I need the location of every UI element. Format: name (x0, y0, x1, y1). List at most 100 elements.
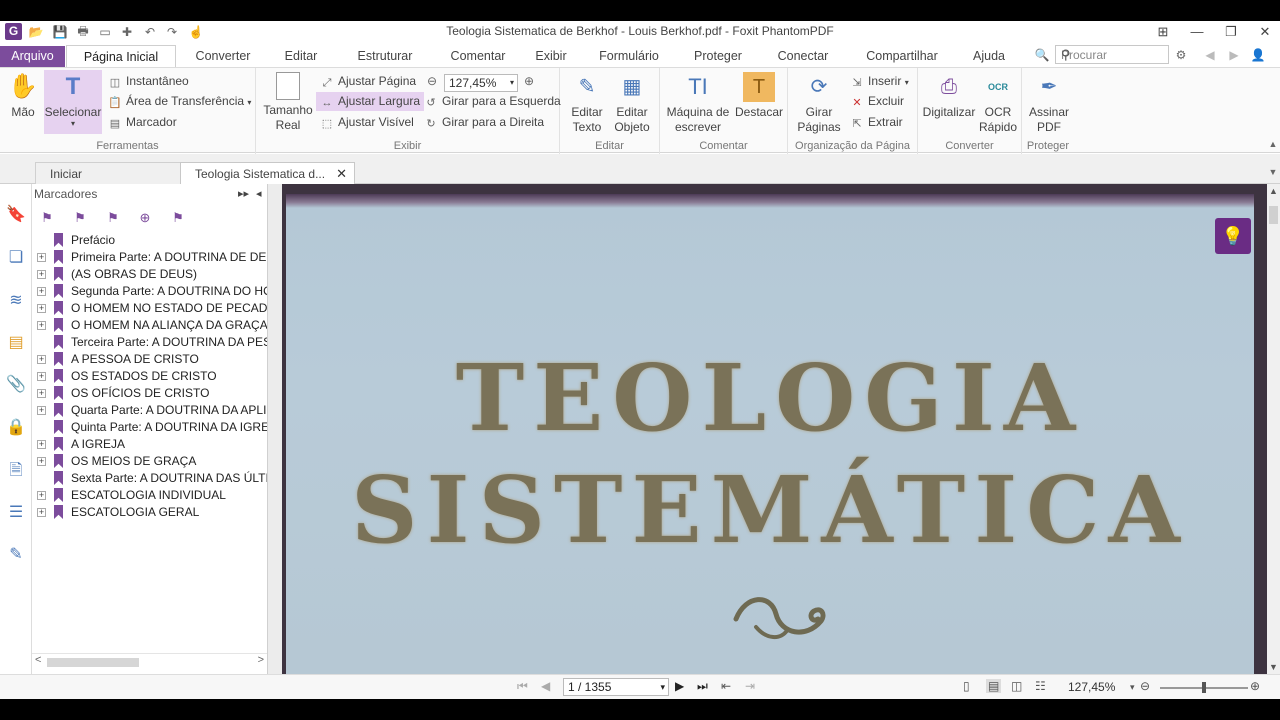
collapse-ribbon-icon[interactable]: ▲ (1265, 136, 1280, 152)
tab-document[interactable]: Teologia Sistematica d... ✕ (180, 162, 355, 184)
expand-bookmark-icon[interactable]: ⚑ (71, 210, 89, 228)
zoom-out-icon[interactable]: ⊖ (1140, 679, 1150, 693)
expand-icon[interactable]: + (37, 491, 46, 500)
snapshot-button[interactable]: ◫ Instantâneo (108, 72, 189, 91)
expand-icon[interactable]: + (37, 253, 46, 262)
insert-button[interactable]: ⇲ Inserir ▾ (850, 72, 908, 91)
layout-icon[interactable]: ⊞ (1146, 21, 1180, 43)
next-page-icon[interactable]: ▶ (675, 679, 684, 693)
zoom-input[interactable]: 127,45% ▾ (444, 74, 518, 92)
rotate-left-button[interactable]: ↺ Girar para a Esquerda (424, 92, 560, 111)
security-panel-icon[interactable]: 🔒 (5, 417, 27, 439)
bookmark-item[interactable]: + O HOMEM NA ALIANÇA DA GRAÇA (32, 317, 267, 334)
bookmark-item[interactable]: Sexta Parte: A DOUTRINA DAS ÚLTIM (32, 470, 267, 487)
ocr-button[interactable]: OCR OCR Rápido (976, 72, 1020, 135)
fit-visible-button[interactable]: ⬚ Ajustar Visível (320, 113, 414, 132)
extract-button[interactable]: ⇱ Extrair (850, 113, 902, 132)
expand-icon[interactable]: + (37, 270, 46, 279)
scrollbar-thumb[interactable] (47, 658, 139, 667)
pages-panel-icon[interactable]: ❏ (5, 247, 27, 269)
bookmark-item[interactable]: + (AS OBRAS DE DEUS) (32, 266, 267, 283)
expand-panel-icon[interactable]: ▸▸ (238, 187, 249, 200)
sign-pdf-button[interactable]: ✒ Assinar PDF (1026, 72, 1072, 135)
tips-lightbulb-icon[interactable]: 💡 (1215, 218, 1251, 254)
collapse-panel-icon[interactable]: ◂ (256, 187, 262, 200)
new-bookmark-icon[interactable]: ⚑ (104, 210, 122, 228)
bookmark-item[interactable]: + Segunda Parte: A DOUTRINA DO HOM (32, 283, 267, 300)
zoom-slider-knob[interactable] (1202, 682, 1206, 693)
zoom-out-icon[interactable]: ⊖ (424, 73, 440, 89)
tab-list-icon[interactable]: ▼ (1265, 164, 1280, 180)
typewriter-button[interactable]: TI Máquina de escrever (666, 72, 730, 135)
continuous-facing-icon[interactable]: ☷ (1035, 679, 1046, 693)
tab-proteger[interactable]: Proteger (684, 45, 752, 67)
bookmark-item[interactable]: + A IGREJA (32, 436, 267, 453)
back-icon[interactable]: ◀ (1202, 47, 1218, 63)
zoom-in-icon[interactable]: ⊕ (521, 73, 537, 89)
hand-tool-button[interactable]: ✋ Mão (6, 72, 40, 120)
delete-bookmark-icon[interactable]: ⚑ (169, 210, 187, 228)
user-icon[interactable]: 👤 (1250, 47, 1266, 63)
bookmark-item[interactable]: + OS OFÍCIOS DE CRISTO (32, 385, 267, 402)
last-page-icon[interactable]: ⏭ (697, 679, 708, 694)
first-page-icon[interactable]: ⏮ (517, 679, 528, 694)
find-folder-icon[interactable]: 🔍 (1034, 47, 1050, 63)
close-button[interactable]: ✕ (1248, 21, 1280, 43)
bookmark-item[interactable]: + Quarta Parte: A DOUTRINA DA APLIC (32, 402, 267, 419)
expand-icon[interactable]: + (37, 440, 46, 449)
expand-icon[interactable]: + (37, 508, 46, 517)
scan-button[interactable]: ⎙ Digitalizar (922, 72, 976, 120)
bookmark-options-icon[interactable]: ⚑ (38, 210, 56, 228)
status-zoom-value[interactable]: 127,45% (1068, 680, 1115, 694)
panel-splitter[interactable] (268, 184, 282, 674)
expand-icon[interactable]: + (37, 355, 46, 364)
expand-icon[interactable]: + (37, 287, 46, 296)
maximize-button[interactable]: ❐ (1214, 21, 1248, 43)
tab-conectar[interactable]: Conectar (770, 45, 836, 67)
select-tool-button[interactable]: T Selecionar ▾ (44, 70, 102, 134)
fit-width-button[interactable]: ↔ Ajustar Largura (316, 92, 425, 111)
rotate-pages-button[interactable]: ⟳ Girar Páginas (794, 72, 844, 135)
prev-view-icon[interactable]: ⇤ (721, 679, 731, 693)
edit-text-button[interactable]: ✎ Editar Texto (564, 72, 610, 135)
forward-icon[interactable]: ▶ (1226, 47, 1242, 63)
bookmark-item[interactable]: + OS ESTADOS DE CRISTO (32, 368, 267, 385)
page-number-input[interactable]: 1 / 1355 ▾ (563, 678, 669, 696)
chevron-down-icon[interactable]: ▾ (1130, 682, 1135, 693)
document-scrollbar[interactable]: ▲ ▼ (1267, 184, 1280, 674)
bookmark-item[interactable]: Terceira Parte: A DOUTRINA DA PESS (32, 334, 267, 351)
expand-icon[interactable]: + (37, 406, 46, 415)
clipboard-button[interactable]: 📋 Área de Transferência ▾ (108, 92, 251, 111)
next-view-icon[interactable]: ⇥ (745, 679, 755, 693)
single-page-icon[interactable]: ▯ (963, 679, 970, 693)
fit-page-button[interactable]: ⤢ Ajustar Página (320, 72, 416, 91)
bookmark-button[interactable]: ▤ Marcador (108, 113, 177, 132)
delete-button[interactable]: ✕ Excluir (850, 92, 904, 111)
bookmarks-scrollbar[interactable]: < > (32, 653, 267, 669)
destinations-panel-icon[interactable]: ✎ (5, 544, 27, 566)
tab-pagina-inicial[interactable]: Página Inicial (66, 45, 176, 67)
document-view[interactable]: TEOLOGIA SISTEMÁTICA (282, 184, 1267, 674)
expand-icon[interactable]: + (37, 389, 46, 398)
bookmark-item[interactable]: Quinta Parte: A DOUTRINA DA IGREJA (32, 419, 267, 436)
chevron-down-icon[interactable]: ▾ (660, 679, 665, 695)
scrollbar-thumb[interactable] (1269, 206, 1278, 224)
signatures-panel-icon[interactable]: 🗎 (5, 460, 27, 482)
continuous-page-icon[interactable]: ▤ (986, 679, 1002, 693)
tab-compartilhar[interactable]: Compartilhar (858, 45, 946, 67)
bookmark-item[interactable]: + Primeira Parte: A DOUTRINA DE DEUS (32, 249, 267, 266)
expand-icon[interactable]: + (37, 372, 46, 381)
tab-converter[interactable]: Converter (186, 45, 260, 67)
bookmarks-panel-icon[interactable]: 🔖 (5, 204, 27, 226)
tab-arquivo[interactable]: Arquivo (0, 46, 65, 67)
tab-ajuda[interactable]: Ajuda (964, 45, 1014, 67)
chevron-down-icon[interactable]: ▾ (510, 75, 514, 91)
add-bookmark-icon[interactable]: ⊕ (136, 210, 154, 228)
highlight-button[interactable]: T Destacar (734, 72, 784, 120)
tab-formulario[interactable]: Formulário (592, 45, 666, 67)
scroll-down-icon[interactable]: ▼ (1269, 662, 1278, 672)
layers-panel-icon[interactable]: ≋ (5, 290, 27, 312)
scroll-left-icon[interactable]: < (35, 654, 41, 666)
content-panel-icon[interactable]: ☰ (5, 502, 27, 524)
close-tab-icon[interactable]: ✕ (336, 163, 347, 185)
